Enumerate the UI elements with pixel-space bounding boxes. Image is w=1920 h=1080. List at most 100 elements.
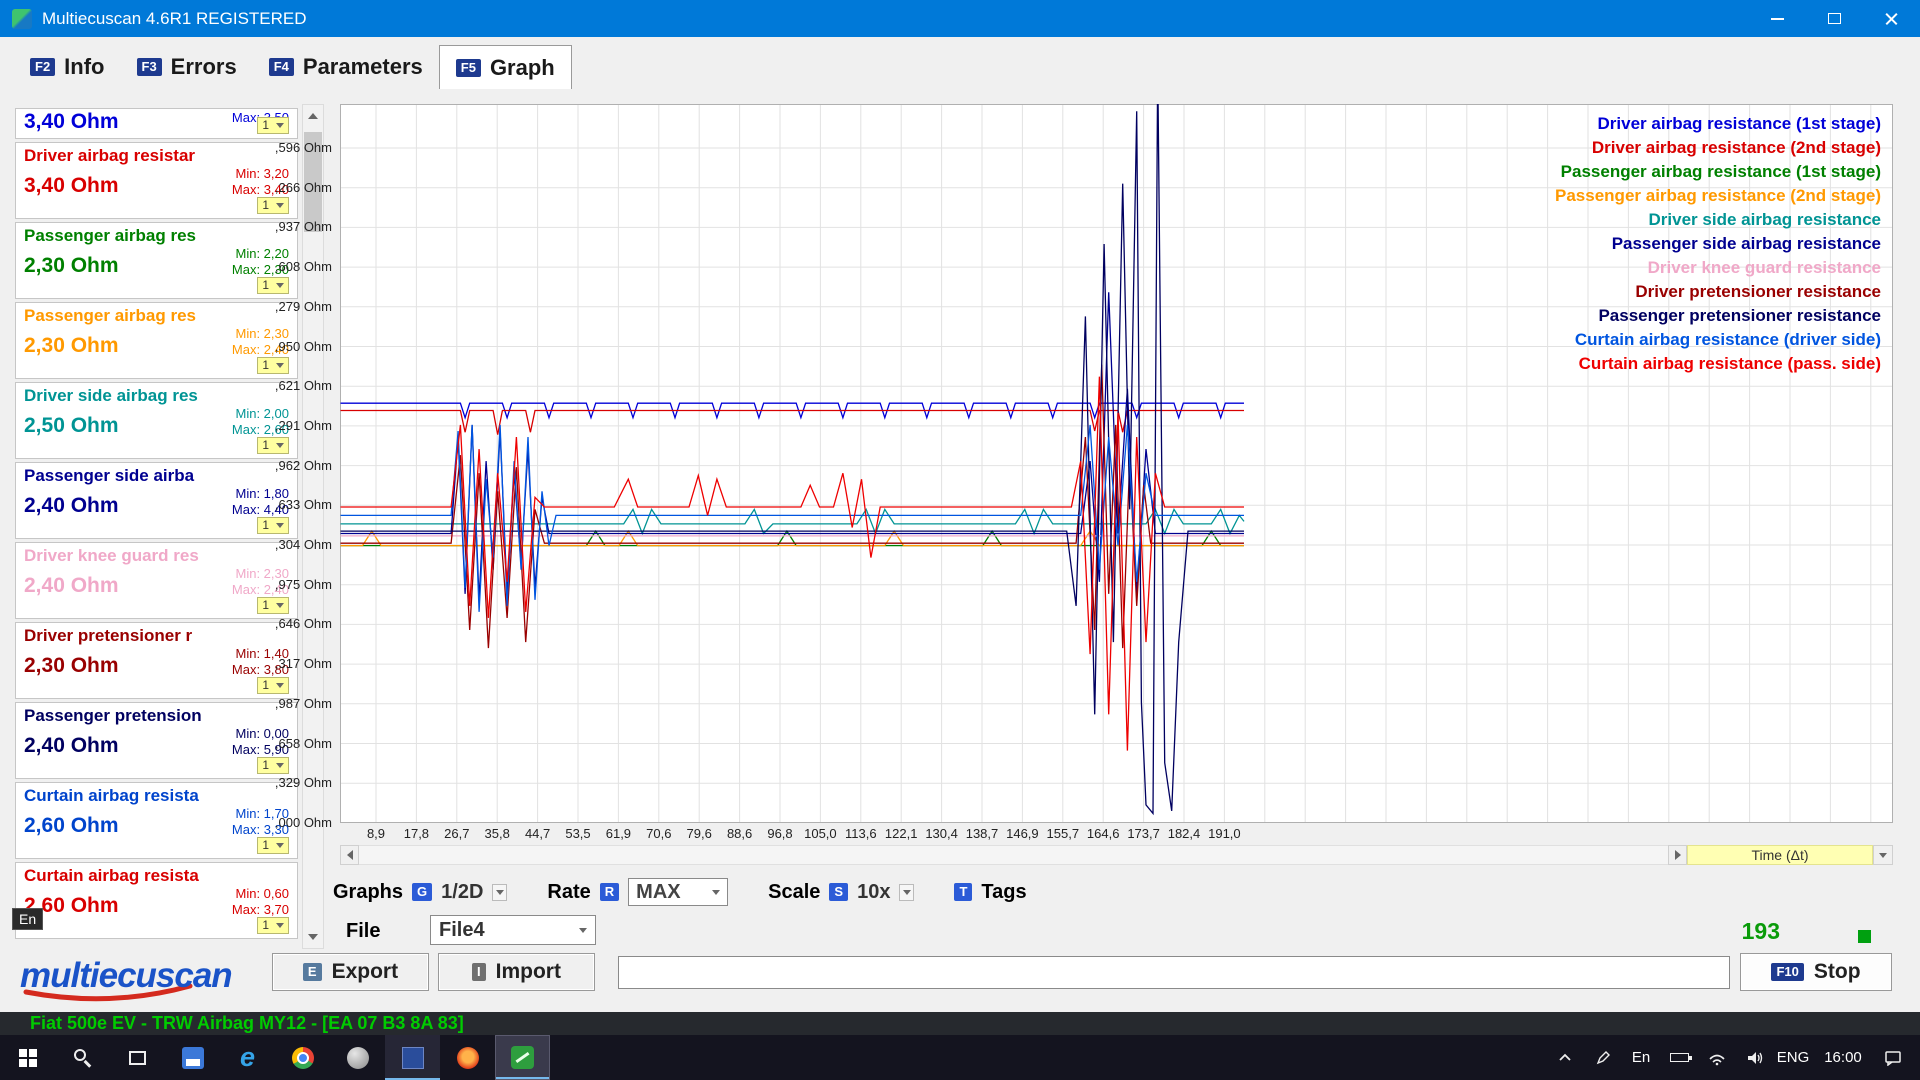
y-tick-label: ,646 Ohm bbox=[275, 616, 332, 631]
graphs-hotkey-badge: G bbox=[412, 883, 432, 901]
title-bar: Multiecuscan 4.6R1 REGISTERED bbox=[0, 0, 1920, 37]
arrow-down-icon bbox=[308, 934, 318, 940]
task-view-icon bbox=[129, 1051, 146, 1065]
orange-app-icon bbox=[457, 1047, 479, 1069]
legend-item: Passenger airbag resistance (1st stage) bbox=[1555, 160, 1881, 184]
import-label: Import bbox=[496, 960, 561, 984]
graphs-label: Graphs bbox=[333, 881, 403, 904]
multiecuscan-taskbar-button[interactable] bbox=[495, 1035, 550, 1080]
legend-item: Driver side airbag resistance bbox=[1555, 208, 1881, 232]
close-button[interactable] bbox=[1863, 0, 1920, 37]
graphs-mode-value[interactable]: 1/2D bbox=[441, 881, 483, 904]
app-orange-button[interactable] bbox=[440, 1035, 495, 1080]
edge-button[interactable]: e bbox=[220, 1035, 275, 1080]
parameter-card[interactable]: Passenger airbag res2,30 OhmMin: 2,30Max… bbox=[15, 302, 298, 379]
logo-text: multiecuscan bbox=[20, 956, 232, 996]
parameter-name: Curtain airbag resista bbox=[24, 786, 289, 806]
tab-info[interactable]: F2 Info bbox=[14, 45, 121, 89]
y-tick-label: ,304 Ohm bbox=[275, 537, 332, 552]
stop-button[interactable]: F10 Stop bbox=[1740, 953, 1892, 991]
sidebar-list: 3,40 OhmMax: 3,501Driver airbag resistar… bbox=[15, 108, 298, 942]
app-blue-button[interactable] bbox=[385, 1035, 440, 1080]
scroll-right-button[interactable] bbox=[1668, 845, 1687, 865]
parameter-card[interactable]: Passenger side airba2,40 OhmMin: 1,80Max… bbox=[15, 462, 298, 539]
rate-dropdown[interactable]: MAX bbox=[628, 878, 728, 906]
window-title: Multiecuscan 4.6R1 REGISTERED bbox=[42, 9, 307, 29]
battery-tray-button[interactable] bbox=[1660, 1035, 1698, 1080]
file-explorer-button[interactable] bbox=[165, 1035, 220, 1080]
parameter-value: 2,60 Ohm bbox=[24, 814, 119, 838]
import-button[interactable]: I Import bbox=[438, 953, 595, 991]
start-button[interactable] bbox=[0, 1035, 55, 1080]
parameter-card[interactable]: Curtain airbag resista2,60 OhmMin: 0,60M… bbox=[15, 862, 298, 939]
speaker-icon bbox=[1746, 1050, 1764, 1066]
tab-graph[interactable]: F5 Graph bbox=[439, 45, 572, 89]
parameter-value: 2,50 Ohm bbox=[24, 414, 119, 438]
minimize-button[interactable] bbox=[1749, 0, 1806, 37]
tab-parameters[interactable]: F4 Parameters bbox=[253, 45, 439, 89]
tab-info-label: Info bbox=[64, 54, 104, 80]
legend-item: Passenger side airbag resistance bbox=[1555, 232, 1881, 256]
parameter-card[interactable]: Passenger pretension2,40 OhmMin: 0,00Max… bbox=[15, 702, 298, 779]
search-button[interactable] bbox=[55, 1035, 110, 1080]
scroll-down-button[interactable] bbox=[303, 926, 323, 948]
parameter-card[interactable]: 3,40 OhmMax: 3,501 bbox=[15, 108, 298, 139]
graph-slot-badge[interactable]: 1 bbox=[257, 917, 289, 934]
network-icon bbox=[1708, 1050, 1726, 1066]
graphs-mode-dropdown[interactable] bbox=[492, 884, 507, 901]
language-indicator-small[interactable]: En bbox=[1622, 1035, 1660, 1080]
legend-item: Driver knee guard resistance bbox=[1555, 256, 1881, 280]
graph-h-scrollbar[interactable]: Time (Δt) bbox=[340, 845, 1893, 865]
scroll-left-button[interactable] bbox=[340, 845, 359, 865]
parameter-card[interactable]: Driver side airbag res2,50 OhmMin: 2,00M… bbox=[15, 382, 298, 459]
volume-tray-button[interactable] bbox=[1736, 1035, 1774, 1080]
chevron-down-icon bbox=[276, 923, 284, 928]
app-icon bbox=[12, 9, 32, 29]
arrow-right-icon bbox=[1675, 850, 1681, 860]
windows-logo-icon bbox=[19, 1049, 37, 1067]
parameter-card[interactable]: Driver airbag resistar3,40 OhmMin: 3,20M… bbox=[15, 142, 298, 219]
parameter-card[interactable]: Driver knee guard res2,40 OhmMin: 2,30Ma… bbox=[15, 542, 298, 619]
tab-errors[interactable]: F3 Errors bbox=[121, 45, 253, 89]
y-tick-label: ,596 Ohm bbox=[275, 140, 332, 155]
scale-dropdown[interactable] bbox=[899, 884, 914, 901]
x-tick-label: 191,0 bbox=[1199, 826, 1249, 841]
tab-parameters-hotkey-badge: F4 bbox=[269, 58, 294, 76]
h-scroll-track[interactable] bbox=[359, 845, 1668, 865]
parameter-card[interactable]: Passenger airbag res2,30 OhmMin: 2,20Max… bbox=[15, 222, 298, 299]
parameter-value: 2,40 Ohm bbox=[24, 734, 119, 758]
scale-value[interactable]: 10x bbox=[857, 881, 890, 904]
tags-label[interactable]: Tags bbox=[981, 881, 1026, 904]
stop-label: Stop bbox=[1814, 960, 1861, 984]
app-gray-button[interactable] bbox=[330, 1035, 385, 1080]
parameter-card[interactable]: Curtain airbag resista2,60 OhmMin: 1,70M… bbox=[15, 782, 298, 859]
stop-hotkey-badge: F10 bbox=[1771, 963, 1803, 981]
task-view-button[interactable] bbox=[110, 1035, 165, 1080]
file-dropdown[interactable]: File4 bbox=[430, 915, 596, 945]
parameter-value: 2,40 Ohm bbox=[24, 494, 119, 518]
y-tick-label: ,291 Ohm bbox=[275, 418, 332, 433]
parameter-name: Curtain airbag resista bbox=[24, 866, 289, 886]
tab-graph-label: Graph bbox=[490, 55, 555, 81]
chrome-icon bbox=[292, 1047, 314, 1069]
clock[interactable]: 16:00 bbox=[1812, 1035, 1874, 1080]
x-axis-mode-dropdown[interactable] bbox=[1873, 845, 1893, 865]
graph-plot[interactable]: Driver airbag resistance (1st stage)Driv… bbox=[340, 104, 1893, 823]
y-tick-label: ,987 Ohm bbox=[275, 696, 332, 711]
y-tick-label: ,279 Ohm bbox=[275, 299, 332, 314]
window-controls bbox=[1749, 0, 1920, 37]
parameter-card[interactable]: Driver pretensioner r2,30 OhmMin: 1,40Ma… bbox=[15, 622, 298, 699]
tray-expand-button[interactable] bbox=[1546, 1035, 1584, 1080]
network-tray-button[interactable] bbox=[1698, 1035, 1736, 1080]
action-center-button[interactable] bbox=[1874, 1035, 1912, 1080]
pen-tray-button[interactable] bbox=[1584, 1035, 1622, 1080]
blue-tile-icon bbox=[402, 1047, 424, 1069]
parameter-name: Driver knee guard res bbox=[24, 546, 289, 566]
rate-hotkey-badge: R bbox=[600, 883, 619, 901]
chevron-down-icon bbox=[579, 928, 587, 933]
chrome-button[interactable] bbox=[275, 1035, 330, 1080]
parameter-value: 3,40 Ohm bbox=[24, 110, 119, 134]
x-axis-labels: 8,917,826,735,844,753,561,970,679,688,69… bbox=[340, 826, 1893, 844]
keyboard-language-indicator[interactable]: ENG bbox=[1774, 1035, 1812, 1080]
maximize-button[interactable] bbox=[1806, 0, 1863, 37]
